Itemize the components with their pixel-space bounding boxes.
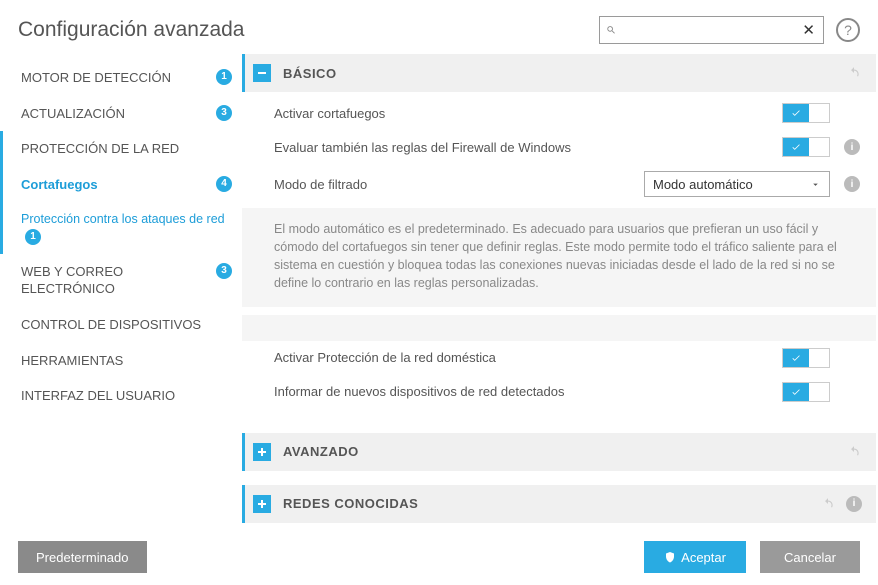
footer: Predeterminado Aceptar Cancelar xyxy=(0,529,878,585)
help-button[interactable]: ? xyxy=(836,18,860,42)
info-icon[interactable]: i xyxy=(844,139,860,155)
badge: 1 xyxy=(216,69,232,85)
reset-icon[interactable] xyxy=(846,65,862,81)
section-known-networks-header[interactable]: REDES CONOCIDAS i xyxy=(242,485,876,523)
toggle-home-network-protection[interactable] xyxy=(782,348,830,368)
clear-search-icon[interactable]: ✕ xyxy=(800,21,817,39)
info-icon[interactable]: i xyxy=(846,496,862,512)
row-eval-windows-rules: Evaluar también las reglas del Firewall … xyxy=(242,130,876,164)
sidebar-item-user-interface[interactable]: INTERFAZ DEL USUARIO xyxy=(0,378,242,414)
main-panel: BÁSICO Activar cortafuegos Evaluar tambi… xyxy=(242,54,878,524)
toggle-activate-firewall[interactable] xyxy=(782,103,830,123)
search-icon xyxy=(606,23,616,37)
default-button[interactable]: Predeterminado xyxy=(18,541,147,573)
sidebar-item-network-attack-protection[interactable]: Protección contra los ataques de red 1 xyxy=(0,202,242,254)
sidebar-item-firewall[interactable]: Cortafuegos 4 xyxy=(0,167,242,203)
sidebar-item-update[interactable]: ACTUALIZACIÓN 3 xyxy=(0,96,242,132)
expand-icon xyxy=(253,495,271,513)
collapse-icon xyxy=(253,64,271,82)
sidebar-item-device-control[interactable]: CONTROL DE DISPOSITIVOS xyxy=(0,307,242,343)
badge: 4 xyxy=(216,176,232,192)
info-icon[interactable]: i xyxy=(844,176,860,192)
row-filter-mode: Modo de filtrado Modo automático i xyxy=(242,164,876,204)
select-filter-mode[interactable]: Modo automático xyxy=(644,171,830,197)
badge: 3 xyxy=(216,263,232,279)
page-title: Configuración avanzada xyxy=(18,18,599,42)
reset-icon[interactable] xyxy=(820,496,836,512)
sidebar-item-detection-engine[interactable]: MOTOR DE DETECCIÓN 1 xyxy=(0,60,242,96)
sidebar-item-network-protection[interactable]: PROTECCIÓN DE LA RED xyxy=(0,131,242,167)
row-home-network-protection: Activar Protección de la red doméstica xyxy=(242,341,876,375)
cancel-button[interactable]: Cancelar xyxy=(760,541,860,573)
accept-button[interactable]: Aceptar xyxy=(644,541,746,573)
toggle-eval-windows-rules[interactable] xyxy=(782,137,830,157)
sidebar-item-tools[interactable]: HERRAMIENTAS xyxy=(0,343,242,379)
badge: 1 xyxy=(25,229,41,245)
row-activate-firewall: Activar cortafuegos xyxy=(242,96,876,130)
badge: 3 xyxy=(216,105,232,121)
sidebar: MOTOR DE DETECCIÓN 1 ACTUALIZACIÓN 3 PRO… xyxy=(0,54,242,524)
search-box[interactable]: ✕ xyxy=(599,16,824,44)
section-basic-header[interactable]: BÁSICO xyxy=(242,54,876,92)
filter-mode-description: El modo automático es el predeterminado.… xyxy=(242,208,876,307)
search-input[interactable] xyxy=(616,23,800,38)
sidebar-item-web-email[interactable]: WEB Y CORREO ELECTRÓNICO 3 xyxy=(0,254,242,307)
expand-icon xyxy=(253,443,271,461)
shield-icon xyxy=(664,551,676,563)
chevron-down-icon xyxy=(810,179,821,190)
reset-icon[interactable] xyxy=(846,444,862,460)
row-inform-new-devices: Informar de nuevos dispositivos de red d… xyxy=(242,375,876,409)
toggle-inform-new-devices[interactable] xyxy=(782,382,830,402)
section-advanced-header[interactable]: AVANZADO xyxy=(242,433,876,471)
